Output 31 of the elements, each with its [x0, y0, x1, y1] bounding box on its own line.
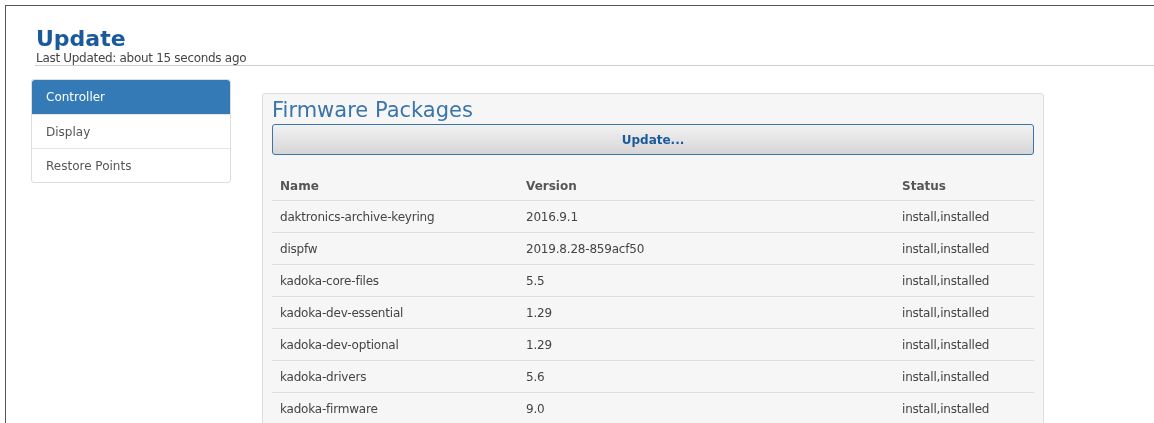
sidebar-item[interactable]: Restore Points: [32, 148, 230, 182]
table-cell-text: daktronics-archive-keyring: [280, 208, 436, 226]
table-cell-text: dispfw: [280, 240, 319, 258]
page-title: Update: [36, 27, 127, 51]
table-cell-text: 2019.8.28-859acf50: [526, 240, 646, 258]
table-cell-text: install,installed: [902, 240, 991, 258]
table-cell-text: install,installed: [902, 368, 991, 386]
column-header: Name: [280, 177, 320, 195]
table-cell-text: install,installed: [902, 304, 991, 322]
column-header: Version: [526, 177, 578, 195]
column-header: Status: [902, 177, 947, 195]
table-cell-text: 1.29: [526, 304, 553, 322]
table-cell-text: install,installed: [902, 336, 991, 354]
sidebar-item[interactable]: Display: [32, 114, 230, 148]
table-cell-text: kadoka-core-files: [280, 272, 380, 290]
table-cell-text: install,installed: [902, 400, 991, 418]
table-cell-text: 9.0: [526, 400, 546, 418]
table-cell-text: 5.6: [526, 368, 546, 386]
table-cell-text: install,installed: [902, 208, 991, 226]
table-cell-text: kadoka-drivers: [280, 368, 368, 386]
table-cell-text: 2016.9.1: [526, 208, 579, 226]
last-updated-text: Last Updated: about 15 seconds ago: [36, 51, 248, 65]
table-cell-text: install,installed: [902, 272, 991, 290]
table-cell-text: kadoka-dev-essential: [280, 304, 405, 322]
table-cell-text: 1.29: [526, 336, 553, 354]
table-cell-text: kadoka-firmware: [280, 400, 379, 418]
table-cell-text: 5.5: [526, 272, 546, 290]
update-button[interactable]: Update...: [272, 124, 1034, 155]
panel-title: Firmware Packages: [272, 97, 474, 124]
table-cell-text: kadoka-dev-optional: [280, 336, 400, 354]
sidebar-item[interactable]: Controller: [32, 80, 230, 114]
